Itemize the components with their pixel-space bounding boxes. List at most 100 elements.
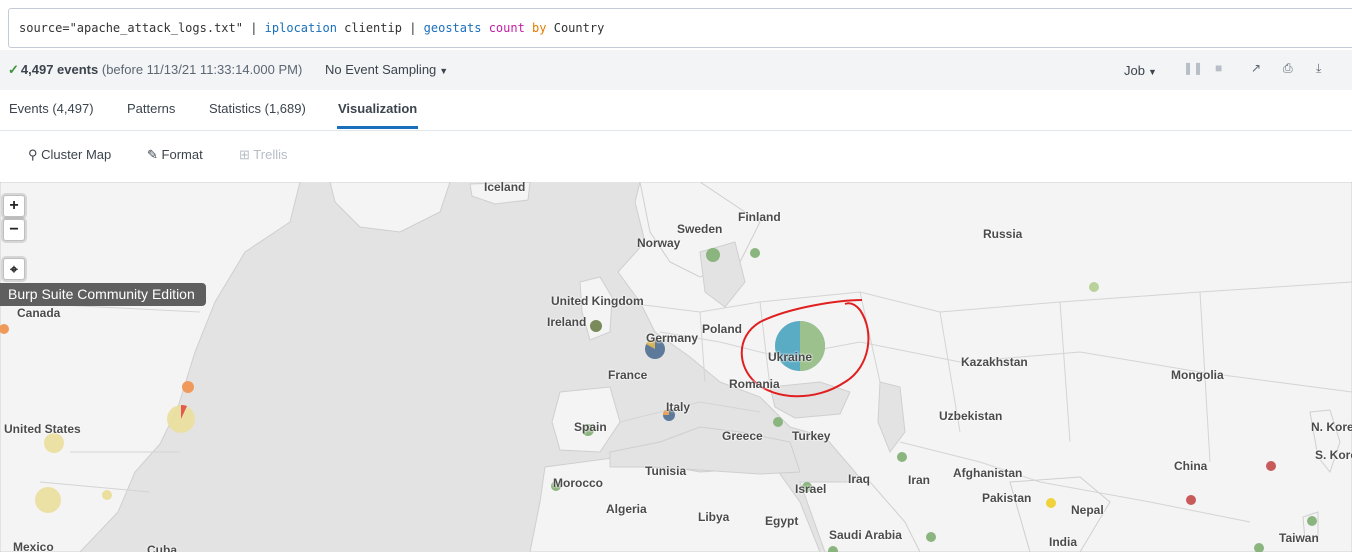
search-input[interactable]: source="apache_attack_logs.txt" | iploca…	[8, 8, 1352, 48]
event-count-status: ✓ 4,497 events (before 11/13/21 11:33:14.…	[8, 62, 302, 78]
cluster-marker-uk	[590, 320, 602, 332]
map-label-n-korea: N. Korea	[1311, 420, 1352, 434]
results-tabs: Events (4,497) Patterns Statistics (1,68…	[0, 90, 1352, 131]
map-label-finland: Finland	[738, 210, 781, 224]
map-label-iraq: Iraq	[848, 472, 871, 486]
cluster-marker	[773, 417, 783, 427]
cluster-marker	[35, 487, 61, 513]
map-label-nepal: Nepal	[1071, 503, 1104, 517]
map-label-s-korea: S. Kore	[1315, 448, 1352, 462]
map-label-sweden: Sweden	[677, 222, 723, 236]
map-label-taiwan: Taiwan	[1279, 531, 1319, 545]
map-label-cuba: Cuba	[147, 543, 177, 552]
cluster-marker	[1307, 516, 1317, 526]
cluster-marker	[1186, 495, 1196, 505]
map-pin-icon: ⚲	[28, 147, 38, 162]
zoom-out-button[interactable]: −	[3, 219, 25, 241]
format-label: Format	[161, 147, 203, 162]
map-label-afghanistan: Afghanistan	[953, 466, 1023, 480]
cluster-marker	[182, 381, 194, 393]
cluster-map-label: Cluster Map	[41, 147, 112, 162]
search-command-geostats: geostats	[423, 21, 482, 35]
map-label-egypt: Egypt	[765, 514, 799, 528]
map-label-france: France	[608, 368, 648, 382]
cluster-marker	[102, 490, 112, 500]
map-label-greece: Greece	[722, 429, 763, 443]
tab-events[interactable]: Events (4,497)	[9, 101, 94, 116]
search-arg-country: Country	[553, 21, 605, 35]
map-label-india: India	[1049, 535, 1078, 549]
visualization-toolbar: ⚲ Cluster Map ✎ Format ⊞ Trellis	[0, 131, 1352, 181]
tab-patterns[interactable]: Patterns	[127, 101, 175, 116]
map-label-ireland: Ireland	[547, 315, 587, 329]
map-label-italy: Italy	[666, 400, 691, 414]
cluster-map-button[interactable]: ⚲ Cluster Map	[28, 147, 111, 163]
map-label-norway: Norway	[637, 236, 681, 250]
search-keyword-by: by	[532, 21, 547, 35]
search-source-key: source=	[19, 21, 70, 35]
tab-visualization[interactable]: Visualization	[338, 101, 417, 116]
cluster-marker	[897, 452, 907, 462]
map-label-pakistan: Pakistan	[982, 491, 1032, 505]
export-icon[interactable]: ⤓	[1316, 61, 1321, 76]
map-label-iran: Iran	[908, 473, 931, 487]
map-label-algeria: Algeria	[606, 502, 647, 516]
search-pipe: |	[250, 21, 258, 35]
job-label: Job	[1124, 63, 1145, 78]
event-sampling-label: No Event Sampling	[325, 62, 437, 77]
trellis-grid-icon: ⊞	[239, 147, 250, 162]
cluster-marker	[44, 433, 64, 453]
map-label-canada: Canada	[17, 306, 61, 320]
job-menu-button[interactable]: Job ▼	[1124, 63, 1157, 78]
checkmark-icon: ✓	[8, 62, 19, 77]
format-button[interactable]: ✎ Format	[147, 147, 203, 163]
map-label-turkey: Turkey	[792, 429, 831, 443]
map-label-spain: Spain	[574, 420, 607, 434]
map-label-poland: Poland	[702, 322, 743, 336]
cluster-marker	[750, 248, 760, 258]
trellis-label: Trellis	[253, 147, 288, 162]
map-label-mongolia: Mongolia	[1171, 368, 1224, 382]
crosshair-icon: ⌖	[10, 261, 18, 277]
map-label-iceland: Iceland	[484, 182, 526, 194]
map-label-germany: Germany	[646, 331, 699, 345]
map-label-tunisia: Tunisia	[645, 464, 687, 478]
caret-down-icon: ▼	[439, 66, 449, 76]
cluster-map[interactable]: Iceland Finland Sweden Norway Russia Uni…	[0, 182, 1352, 552]
cluster-marker	[926, 532, 936, 542]
map-label-kazakhstan: Kazakhstan	[961, 355, 1028, 369]
trellis-button: ⊞ Trellis	[239, 147, 287, 163]
map-label-romania: Romania	[729, 377, 780, 391]
reset-view-button[interactable]: ⌖	[3, 258, 25, 280]
search-function-count: count	[488, 21, 525, 35]
stop-icon[interactable]: ■	[1215, 61, 1222, 75]
brush-icon: ✎	[147, 147, 158, 162]
map-label-libya: Libya	[698, 510, 730, 524]
caret-down-icon: ▼	[1147, 67, 1157, 77]
cluster-marker	[1046, 498, 1056, 508]
map-label-mexico: Mexico	[13, 540, 54, 552]
search-command-iplocation: iplocation	[264, 21, 337, 35]
event-count: 4,497 events	[20, 62, 99, 77]
map-label-saudi-arabia: Saudi Arabia	[829, 528, 902, 542]
job-status-bar: ✓ 4,497 events (before 11/13/21 11:33:14.…	[0, 50, 1352, 90]
tab-statistics[interactable]: Statistics (1,689)	[209, 101, 306, 116]
search-arg-clientip: clientip	[344, 21, 402, 35]
active-tab-indicator	[337, 126, 418, 129]
share-icon[interactable]: ↗	[1251, 61, 1261, 75]
pause-icon[interactable]: ❚❚	[1183, 61, 1203, 75]
map-label-israel: Israel	[795, 482, 827, 496]
cluster-marker	[1266, 461, 1276, 471]
map-label-china: China	[1174, 459, 1208, 473]
print-icon[interactable]: ⎙	[1283, 61, 1293, 76]
map-label-russia: Russia	[983, 227, 1023, 241]
map-label-united-kingdom: United Kingdom	[551, 294, 644, 308]
map-label-morocco: Morocco	[553, 476, 604, 490]
map-label-united-states: United States	[4, 422, 81, 436]
event-time-range: (before 11/13/21 11:33:14.000 PM)	[101, 62, 303, 77]
search-pipe-2: |	[409, 21, 417, 35]
zoom-in-button[interactable]: +	[3, 195, 25, 217]
map-label-ukraine: Ukraine	[768, 350, 813, 364]
search-source-value: "apache_attack_logs.txt"	[69, 21, 243, 35]
event-sampling-dropdown[interactable]: No Event Sampling ▼	[325, 62, 448, 77]
